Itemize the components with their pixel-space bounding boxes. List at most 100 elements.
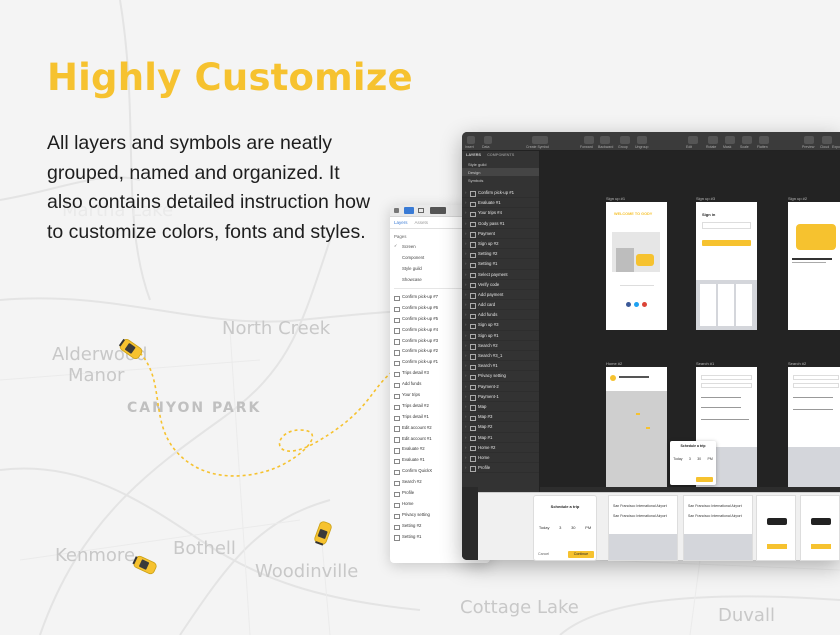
schedule-trip-screen: Schedule a trip Today 3 30 PM Cancel Contin… [533, 495, 597, 561]
layer-item-dark[interactable]: Profile [462, 463, 539, 473]
tab-components[interactable]: COMPONENTS [487, 153, 514, 158]
schedule-title-large: Schedule a trip [550, 504, 580, 509]
cancel-button[interactable]: Cancel [538, 552, 549, 556]
rectangle-icon[interactable] [418, 208, 424, 213]
layer-item-dark[interactable]: Sign up #3 [462, 320, 539, 331]
toolbar-label: Create Symbol [526, 145, 550, 149]
data-icon[interactable] [484, 136, 492, 144]
artboard-home-2[interactable] [606, 367, 667, 487]
artboard-label: Sign up #3 [696, 196, 716, 201]
headline: Highly Customize [47, 56, 413, 99]
welcome-text: WELCOME TO GODY [614, 212, 653, 216]
tab-assets[interactable]: Assets [415, 220, 429, 225]
layer-item-dark[interactable]: Map [462, 402, 539, 412]
layer-item-dark[interactable]: Search #2 [462, 341, 539, 351]
toolbar-label: Insert [465, 145, 474, 149]
layer-item-dark[interactable]: Your trips #4 [462, 208, 539, 219]
toolbar-label: Cloud [820, 145, 830, 149]
toolbar-label: Ungroup [635, 145, 649, 149]
toolbar-label: Group [618, 145, 628, 149]
toolbar-label: Data [482, 145, 490, 149]
insert-icon[interactable] [404, 207, 414, 214]
layer-item-dark[interactable]: Privacy setting [462, 371, 539, 382]
artboard-label: Search #1 [696, 361, 715, 366]
layer-item-dark[interactable]: Sign up #2 [462, 239, 539, 249]
sketch-toolbar: Insert Data Create Symbol Forward Backward Gr… [462, 132, 840, 151]
group-icon[interactable] [620, 136, 630, 144]
page-item-dark[interactable]: Style guild [462, 160, 539, 168]
taxi-car-icon [314, 521, 332, 546]
layer-item-dark[interactable]: Map #3 [462, 412, 539, 423]
menu-icon[interactable] [394, 208, 399, 213]
layer-item-dark[interactable]: Confirm pick-up #1 [462, 188, 539, 198]
layers-list-dark: Confirm pick-up #1Evaluate #1Your trips … [462, 188, 539, 473]
layer-item-dark[interactable]: Payment-2 [462, 382, 539, 392]
search-results-screen-1: San Francisco International Airport San … [608, 495, 678, 561]
scale-icon[interactable] [742, 136, 752, 144]
schedule-title: Schedule a trip [680, 444, 706, 448]
layer-item-dark[interactable]: Add card [462, 300, 539, 310]
layer-item-dark[interactable]: Gody pass #1 [462, 219, 539, 229]
artboard-label: Sign up #2 [788, 196, 808, 201]
edit-icon[interactable] [688, 136, 698, 144]
toolbar-label: Scale [740, 145, 749, 149]
pages-list-dark: Style guild Design Symbols [462, 160, 539, 184]
page-item-dark[interactable]: Symbols [462, 176, 539, 184]
artboard-label: Sign up #1 [606, 196, 626, 201]
toolbar-label: Forward [580, 145, 593, 149]
layer-item-dark[interactable]: Sign up #1 [462, 331, 539, 341]
schedule-dialog-small: Schedule a trip Today 3 30 PM [670, 441, 716, 485]
layer-item-dark[interactable]: Map #2 [462, 422, 539, 433]
layer-item-dark[interactable]: Search #1 [462, 361, 539, 372]
toolbar-label: Export [832, 145, 840, 149]
insert-icon[interactable] [467, 136, 475, 144]
sidebar-tabs: LAYERS COMPONENTS [462, 151, 539, 160]
backward-icon[interactable] [600, 136, 610, 144]
toolbar-label: Rotate [706, 145, 717, 149]
layer-item-dark[interactable]: Setting #2 [462, 249, 539, 260]
search-results-screen-2: San Francisco International Airport San … [683, 495, 753, 561]
artboard-sign-up-1[interactable]: WELCOME TO GODY [606, 202, 667, 330]
layer-item-dark[interactable]: Home [462, 453, 539, 463]
layer-item-dark[interactable]: Verify code [462, 280, 539, 290]
screens-preview-strip: Schedule a trip Today 3 30 PM Cancel Contin… [478, 492, 840, 561]
description: All layers and symbols are neatly groupe… [47, 132, 371, 243]
layer-item-dark[interactable]: Add funds [462, 310, 539, 321]
rotate-icon[interactable] [708, 136, 718, 144]
preview-icon[interactable] [804, 136, 814, 144]
artboard-label: Home #2 [606, 361, 623, 366]
create-symbol-icon[interactable] [532, 136, 548, 144]
layer-item-dark[interactable]: Evaluate #1 [462, 198, 539, 209]
ungroup-icon[interactable] [637, 136, 647, 144]
car-select-screen-2 [800, 495, 840, 561]
artboard-icon[interactable] [430, 207, 446, 214]
toolbar-label: Edit [686, 145, 693, 149]
cloud-icon[interactable] [822, 136, 832, 144]
layer-item-dark[interactable]: Map #1 [462, 433, 539, 443]
forward-icon[interactable] [584, 136, 594, 144]
toolbar-label: Mask [723, 145, 732, 149]
layer-item-dark[interactable]: Payment-1 [462, 392, 539, 402]
layer-item-dark[interactable]: Payment [462, 229, 539, 239]
canvas: Sign up #1 WELCOME TO GODY Sign up #3 Si… [540, 151, 840, 487]
taxi-car-icon [118, 338, 143, 360]
mask-icon[interactable] [725, 136, 735, 144]
toolbar-label: Preview [802, 145, 815, 149]
tab-layers[interactable]: Layers [394, 220, 408, 225]
page-item-dark[interactable]: Design [462, 168, 539, 176]
layer-item-dark[interactable]: Setting #1 [462, 259, 539, 270]
layer-item-dark[interactable]: Home #2 [462, 443, 539, 453]
artboard-search-2[interactable] [788, 367, 840, 487]
continue-button[interactable] [696, 477, 713, 482]
artboard-sign-up-2[interactable] [788, 202, 840, 330]
artboard-sign-up-3[interactable]: Sign in [696, 202, 757, 330]
layer-item-dark[interactable]: Search #3_1 [462, 351, 539, 361]
flatten-icon[interactable] [759, 136, 769, 144]
layer-item-dark[interactable]: Add payment [462, 290, 539, 300]
toolbar-label: Flatten [757, 145, 768, 149]
tab-layers-dark[interactable]: LAYERS [466, 153, 481, 158]
layer-item-dark[interactable]: Select payment [462, 270, 539, 280]
continue-button-large[interactable]: Continue [568, 551, 594, 558]
taxi-car-icon [132, 555, 157, 575]
sign-in-title: Sign in [702, 212, 716, 217]
